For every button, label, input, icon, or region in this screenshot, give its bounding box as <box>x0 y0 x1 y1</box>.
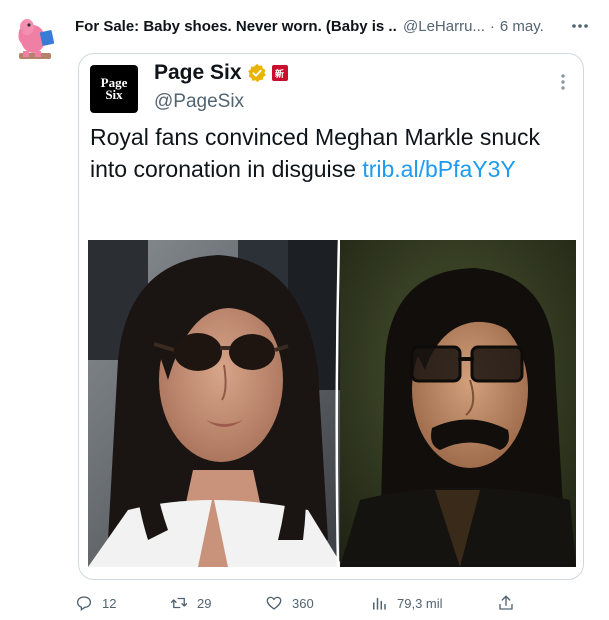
elephant-reading-icon <box>18 19 55 59</box>
woman-sunglasses-photo[interactable] <box>88 240 343 567</box>
share-icon <box>499 595 513 610</box>
reply-icon <box>76 596 92 612</box>
retweet-count: 29 <box>197 595 212 611</box>
author-name[interactable]: For Sale: Baby shoes. Never worn. (Baby … <box>75 18 397 35</box>
like-count: 360 <box>292 595 314 611</box>
reply-count: 12 <box>102 595 117 611</box>
quoted-avatar[interactable]: Page Six <box>90 65 138 113</box>
quoted-tweet-text: Royal fans convinced Meghan Markle snuck… <box>90 121 578 185</box>
quoted-name-row: Page Six 新 <box>154 61 288 85</box>
verified-badge-icon[interactable] <box>247 63 267 83</box>
quoted-tweet-link[interactable]: trib.al/bPfaY3Y <box>362 156 515 182</box>
man-disguise-photo[interactable] <box>340 240 576 567</box>
quoted-avatar-line2: Six <box>105 87 123 102</box>
heart-icon <box>266 596 282 610</box>
quoted-author-name[interactable]: Page Six <box>154 61 242 85</box>
tweet[interactable]: For Sale: Baby shoes. Never worn. (Baby … <box>0 0 609 620</box>
like-button[interactable]: 360 <box>265 592 314 614</box>
views-count: 79,3 mil <box>397 595 443 611</box>
separator-dot: · <box>489 17 495 35</box>
more-vertical-icon <box>561 74 565 90</box>
share-button[interactable] <box>497 592 515 614</box>
affiliate-badge-icon[interactable]: 新 <box>271 65 288 81</box>
tweet-media[interactable] <box>88 240 576 567</box>
author-handle[interactable]: @LeHarru... <box>403 18 485 35</box>
quoted-author-handle[interactable]: @PageSix <box>154 91 244 113</box>
more-horizontal-icon <box>572 24 588 28</box>
more-options-button[interactable] <box>569 14 591 38</box>
views-button[interactable]: 79,3 mil <box>370 592 443 614</box>
tweet-timestamp[interactable]: 6 may. <box>500 18 544 35</box>
retweet-button[interactable]: 29 <box>170 592 211 614</box>
author-avatar[interactable] <box>17 13 57 65</box>
tweet-actions: 12 29 360 79,3 mil <box>75 592 525 614</box>
views-chart-icon <box>373 597 386 610</box>
reply-button[interactable]: 12 <box>75 592 116 614</box>
retweet-icon <box>170 597 188 609</box>
tweet-header: For Sale: Baby shoes. Never worn. (Baby … <box>75 14 599 38</box>
quoted-more-button[interactable] <box>556 72 570 92</box>
quoted-tweet-card[interactable]: Page Six Page Six 新 @PageSix Royal fans … <box>78 53 584 580</box>
